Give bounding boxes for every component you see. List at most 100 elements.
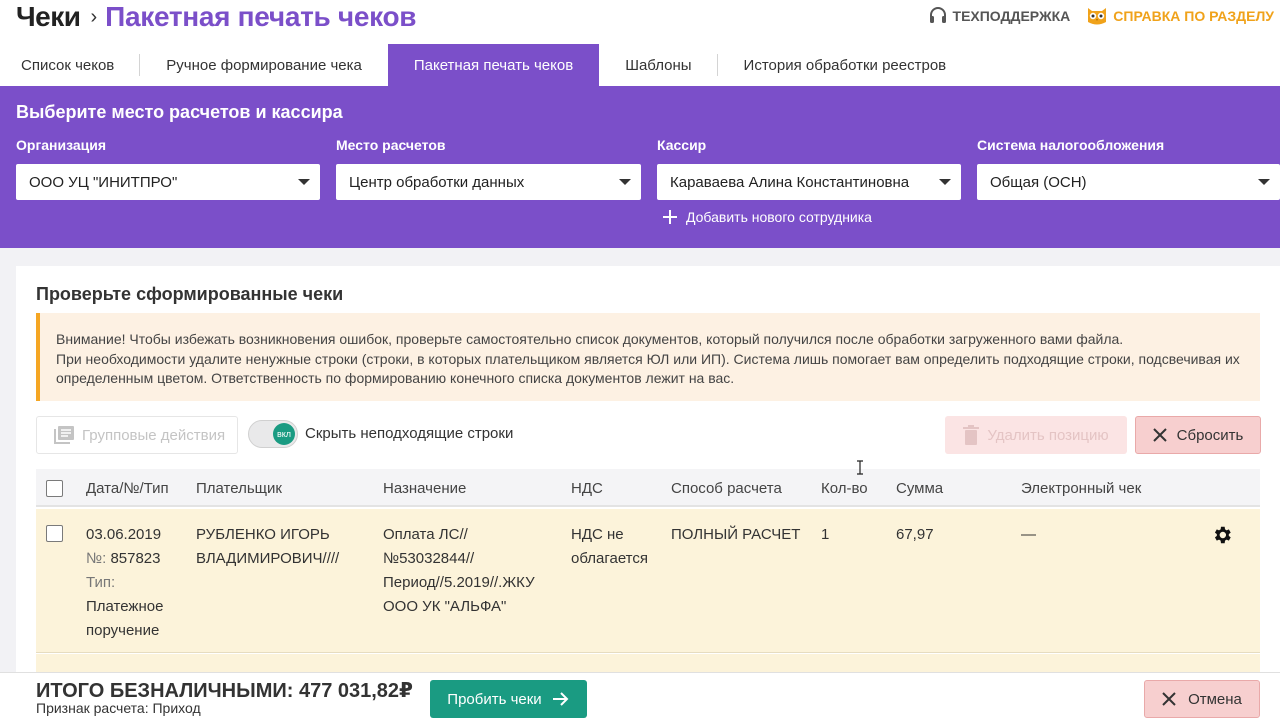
arrow-right-icon bbox=[552, 692, 569, 706]
cell-vat: НДС не облагается bbox=[571, 523, 648, 571]
page-header: Чеки › Пакетная печать чеков ТЕХПОДДЕРЖК… bbox=[0, 0, 1280, 44]
cashier-select[interactable]: Караваева Алина Константиновна bbox=[657, 164, 961, 200]
row-number-value: 857823 bbox=[110, 550, 161, 567]
cell-date: 03.06.2019 №: 857823 Тип: Платежное пору… bbox=[86, 523, 163, 643]
close-icon bbox=[1152, 428, 1167, 442]
row-method: ПОЛНЫЙ РАСЧЕТ bbox=[671, 526, 801, 543]
row-vat-line1: НДС не bbox=[571, 526, 624, 543]
review-title: Проверьте сформированные чеки bbox=[36, 284, 344, 304]
hide-rows-toggle[interactable]: вкл bbox=[248, 420, 298, 448]
tab-manual-receipt[interactable]: Ручное формирование чека bbox=[140, 44, 388, 86]
row-type-line1: Платежное bbox=[86, 598, 164, 615]
footer-bar: ИТОГО БЕЗНАЛИЧНЫМИ: 477 031,82₽ Признак … bbox=[0, 672, 1280, 720]
row-number-label: №: bbox=[86, 550, 107, 567]
text-cursor-icon bbox=[857, 460, 863, 475]
cancel-button[interactable]: Отмена bbox=[1144, 680, 1260, 718]
print-receipts-label: Пробить чеки bbox=[447, 690, 542, 708]
row-checkbox[interactable] bbox=[46, 525, 63, 542]
table-row[interactable]: 03.06.2019 №: 857823 Тип: Платежное пору… bbox=[36, 509, 1260, 653]
close-icon bbox=[1162, 692, 1176, 706]
tab-templates[interactable]: Шаблоны bbox=[599, 44, 718, 86]
support-link[interactable]: ТЕХПОДДЕРЖКА bbox=[928, 6, 1070, 26]
row-payer-line1: РУБЛЕНКО ИГОРЬ bbox=[196, 526, 330, 543]
toggle-knob: вкл bbox=[273, 423, 295, 445]
row-purpose-line4: ООО УК "АЛЬФА" bbox=[383, 598, 507, 615]
page-title: Пакетная печать чеков bbox=[105, 1, 417, 32]
organization-field: Организация ООО УЦ "ИНИТПРО" bbox=[16, 137, 320, 200]
print-receipts-button[interactable]: Пробить чеки bbox=[430, 680, 587, 718]
tax-select[interactable]: Общая (ОСН) bbox=[977, 164, 1280, 200]
tab-batch-print[interactable]: Пакетная печать чеков bbox=[387, 44, 600, 86]
chevron-down-icon bbox=[298, 179, 310, 185]
row-purpose-line3: Период//5.2019//.ЖКУ bbox=[383, 574, 535, 591]
chevron-down-icon bbox=[939, 179, 951, 185]
help-link[interactable]: СПРАВКА ПО РАЗДЕЛУ bbox=[1086, 6, 1274, 26]
tab-receipt-list[interactable]: Список чеков bbox=[0, 44, 141, 86]
payment-sign: Признак расчета: Приход bbox=[36, 700, 201, 716]
table-header: Дата/№/Тип Плательщик Назначение НДС Спо… bbox=[36, 469, 1260, 507]
select-all-checkbox[interactable] bbox=[46, 479, 63, 497]
warning-text-1: Внимание! Чтобы избежать возникновения о… bbox=[56, 331, 1124, 347]
group-actions-label: Групповые действия bbox=[82, 426, 226, 444]
row-date: 03.06.2019 bbox=[86, 526, 162, 543]
tab-label: История обработки реестров bbox=[743, 56, 947, 74]
group-actions-button[interactable]: Групповые действия bbox=[36, 416, 238, 454]
column-method[interactable]: Способ расчета bbox=[671, 469, 782, 507]
column-sum[interactable]: Сумма bbox=[896, 469, 943, 507]
warning-notice: Внимание! Чтобы избежать возникновения о… bbox=[36, 313, 1260, 401]
delete-position-button[interactable]: Удалить позицию bbox=[945, 416, 1127, 454]
select-all-cell bbox=[46, 469, 63, 507]
cell-purpose: Оплата ЛС// №53032844// Период//5.2019//… bbox=[383, 523, 535, 619]
top-links: ТЕХПОДДЕРЖКА СПРАВКА ПО РАЗДЕЛУ bbox=[928, 6, 1274, 26]
owl-icon bbox=[1088, 8, 1107, 25]
chevron-down-icon bbox=[619, 179, 631, 185]
hide-rows-label: Скрыть неподходящие строки bbox=[305, 425, 514, 442]
column-vat[interactable]: НДС bbox=[571, 469, 603, 507]
trash-icon bbox=[963, 425, 980, 445]
tab-registry-history[interactable]: История обработки реестров bbox=[718, 44, 973, 86]
plus-icon bbox=[663, 210, 677, 224]
row-type-line2: поручение bbox=[86, 622, 160, 639]
place-field: Место расчетов Центр обработки данных bbox=[336, 137, 641, 200]
organization-value: ООО УЦ "ИНИТПРО" bbox=[29, 173, 178, 191]
column-date[interactable]: Дата/№/Тип bbox=[86, 469, 169, 507]
tab-label: Пакетная печать чеков bbox=[413, 56, 574, 74]
reset-label: Сбросить bbox=[1176, 426, 1244, 444]
tax-field: Система налогообложения Общая (ОСН) bbox=[977, 137, 1280, 200]
headset-icon bbox=[929, 7, 946, 23]
cancel-label: Отмена bbox=[1188, 690, 1242, 708]
organization-select[interactable]: ООО УЦ "ИНИТПРО" bbox=[16, 164, 320, 200]
cell-payer: РУБЛЕНКО ИГОРЬ ВЛАДИМИРОВИЧ//// bbox=[196, 523, 339, 571]
chevron-down-icon bbox=[1258, 179, 1270, 185]
organization-label: Организация bbox=[16, 137, 107, 153]
column-purpose[interactable]: Назначение bbox=[383, 469, 466, 507]
cashier-label: Кассир bbox=[657, 137, 707, 153]
breadcrumb-root[interactable]: Чеки bbox=[16, 1, 81, 33]
row-sum: 67,97 bbox=[896, 526, 934, 543]
place-label: Место расчетов bbox=[336, 137, 446, 153]
selection-panel: Выберите место расчетов и кассира Органи… bbox=[0, 86, 1280, 248]
column-payer[interactable]: Плательщик bbox=[196, 469, 282, 507]
place-select[interactable]: Центр обработки данных bbox=[336, 164, 641, 200]
add-employee-link[interactable]: Добавить нового сотрудника bbox=[662, 209, 872, 225]
add-employee-label: Добавить нового сотрудника bbox=[686, 209, 872, 225]
row-purpose-line2: №53032844// bbox=[383, 550, 475, 567]
row-select-cell bbox=[46, 525, 63, 542]
column-ereceipt[interactable]: Электронный чек bbox=[1021, 469, 1141, 507]
breadcrumb: Чеки › Пакетная печать чеков bbox=[16, 0, 417, 34]
row-vat-line2: облагается bbox=[571, 550, 649, 567]
breadcrumb-separator: › bbox=[90, 5, 98, 28]
tax-label: Система налогообложения bbox=[977, 137, 1165, 153]
row-qty: 1 bbox=[821, 526, 830, 543]
tab-label: Список чеков bbox=[21, 56, 115, 74]
delete-position-label: Удалить позицию bbox=[987, 426, 1109, 444]
reset-button[interactable]: Сбросить bbox=[1135, 416, 1261, 454]
row-ereceipt: — bbox=[1021, 526, 1036, 543]
row-purpose-line1: Оплата ЛС// bbox=[383, 526, 468, 543]
warning-text-2: При необходимости удалите ненужные строк… bbox=[56, 350, 1240, 387]
tab-bar: Список чеков Ручное формирование чека Па… bbox=[0, 44, 1280, 86]
row-payer-line2: ВЛАДИМИРОВИЧ//// bbox=[196, 550, 340, 567]
cashier-value: Караваева Алина Константиновна bbox=[670, 173, 910, 191]
row-type-label: Тип: bbox=[86, 574, 116, 591]
gear-icon[interactable] bbox=[1211, 524, 1233, 546]
